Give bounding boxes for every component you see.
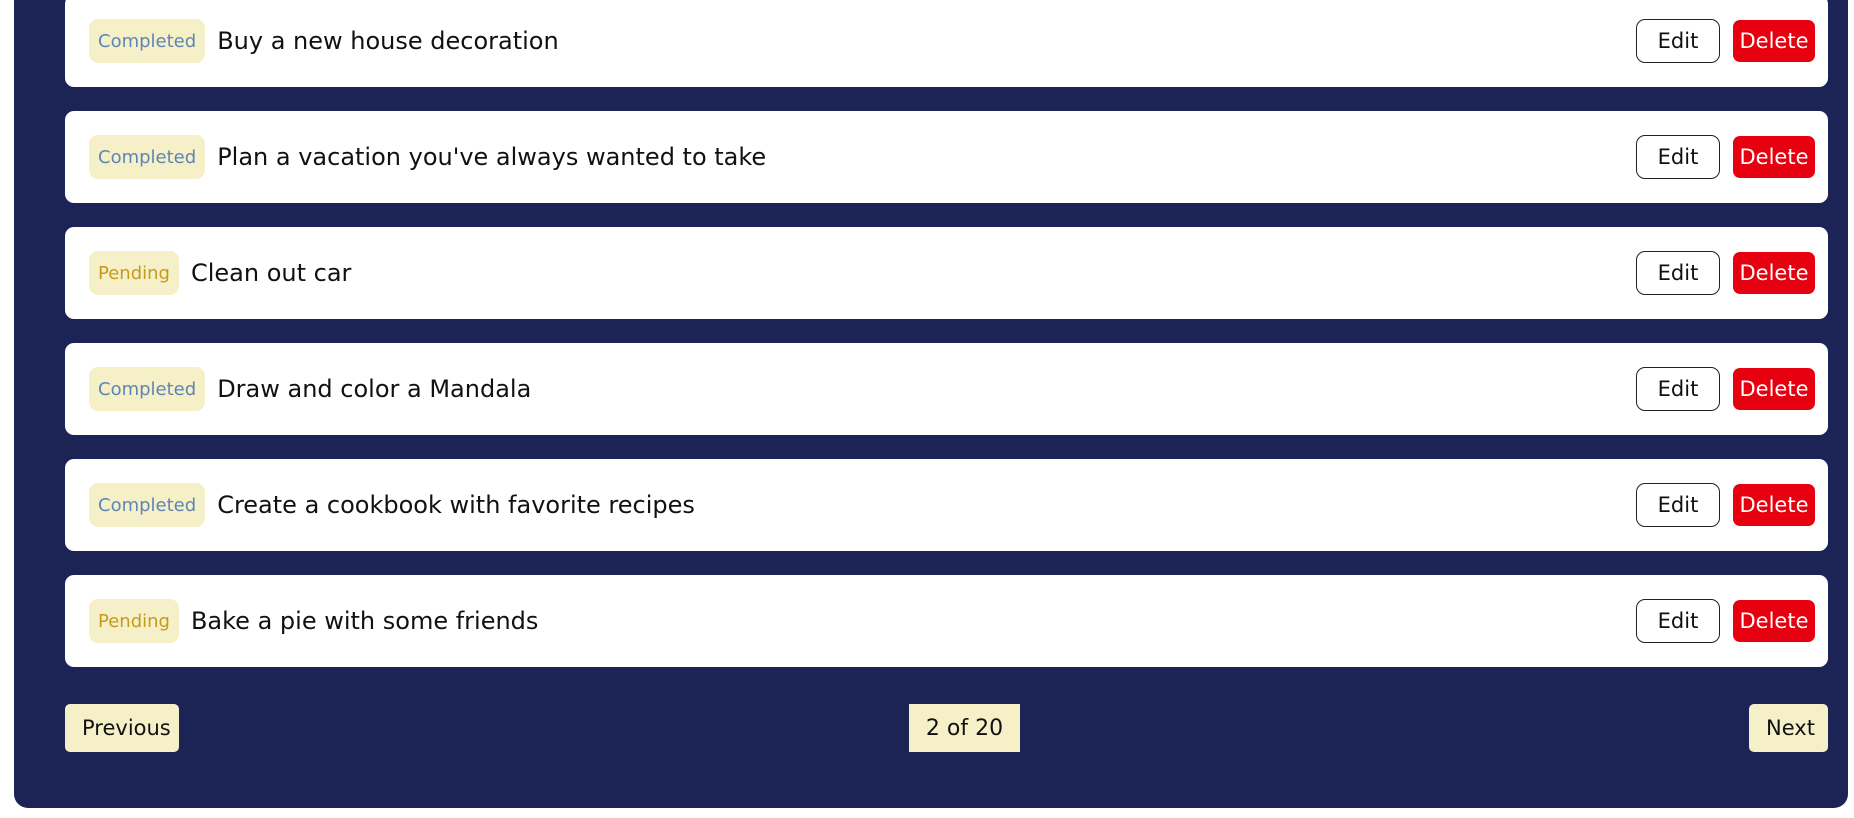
todo-item: Completed Plan a vacation you've always … <box>65 111 1828 203</box>
pagination: Previous 2 of 20 Next <box>65 704 1828 752</box>
delete-button[interactable]: Delete <box>1733 368 1815 410</box>
todo-list: Completed Buy a new house decoration Edi… <box>65 0 1828 691</box>
edit-button[interactable]: Edit <box>1636 251 1720 295</box>
todo-actions: Edit Delete <box>1636 251 1815 295</box>
todo-text: Plan a vacation you've always wanted to … <box>217 143 767 171</box>
status-badge: Completed <box>89 135 206 179</box>
todo-actions: Edit Delete <box>1636 483 1815 527</box>
todo-text: Create a cookbook with favorite recipes <box>217 491 695 519</box>
status-badge: Completed <box>89 367 206 411</box>
next-page-button[interactable]: Next <box>1749 704 1828 752</box>
todo-text: Draw and color a Mandala <box>217 375 532 403</box>
status-badge: Pending <box>89 251 179 295</box>
delete-button[interactable]: Delete <box>1733 252 1815 294</box>
edit-button[interactable]: Edit <box>1636 19 1720 63</box>
todo-actions: Edit Delete <box>1636 599 1815 643</box>
todo-panel: Completed Buy a new house decoration Edi… <box>14 0 1848 808</box>
edit-button[interactable]: Edit <box>1636 135 1720 179</box>
status-badge: Completed <box>89 483 206 527</box>
todo-text: Bake a pie with some friends <box>190 607 539 635</box>
delete-button[interactable]: Delete <box>1733 484 1815 526</box>
delete-button[interactable]: Delete <box>1733 20 1815 62</box>
previous-page-button[interactable]: Previous <box>65 704 179 752</box>
edit-button[interactable]: Edit <box>1636 599 1720 643</box>
status-badge: Pending <box>89 599 179 643</box>
todo-item: Completed Create a cookbook with favorit… <box>65 459 1828 551</box>
todo-item: Completed Draw and color a Mandala Edit … <box>65 343 1828 435</box>
todo-item: Pending Bake a pie with some friends Edi… <box>65 575 1828 667</box>
delete-button[interactable]: Delete <box>1733 600 1815 642</box>
page-indicator: 2 of 20 <box>909 704 1020 752</box>
todo-text: Buy a new house decoration <box>217 27 559 55</box>
todo-actions: Edit Delete <box>1636 19 1815 63</box>
edit-button[interactable]: Edit <box>1636 483 1720 527</box>
todo-item: Completed Buy a new house decoration Edi… <box>65 0 1828 87</box>
todo-actions: Edit Delete <box>1636 367 1815 411</box>
status-badge: Completed <box>89 19 206 63</box>
todo-item: Pending Clean out car Edit Delete <box>65 227 1828 319</box>
delete-button[interactable]: Delete <box>1733 136 1815 178</box>
todo-actions: Edit Delete <box>1636 135 1815 179</box>
todo-text: Clean out car <box>190 259 352 287</box>
edit-button[interactable]: Edit <box>1636 367 1720 411</box>
